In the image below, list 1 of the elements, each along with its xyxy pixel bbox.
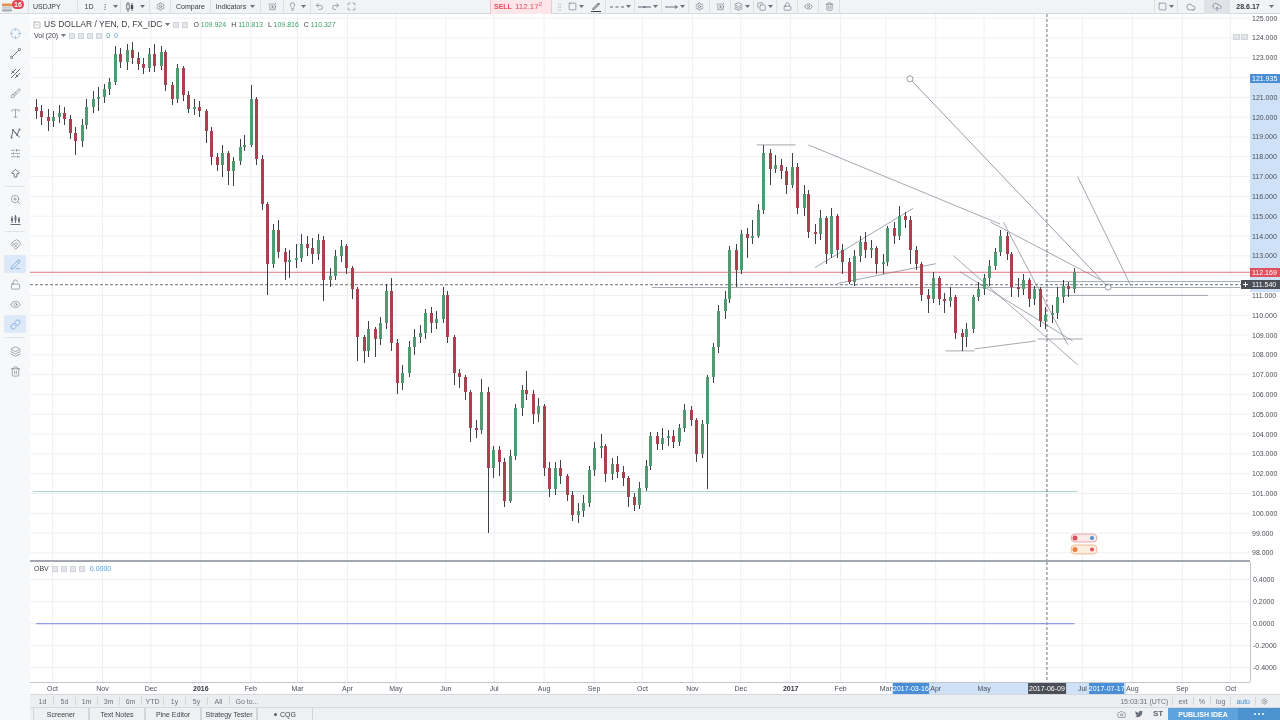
series-title: US DOLLAR / YEN, D, FX_IDC bbox=[44, 20, 163, 29]
